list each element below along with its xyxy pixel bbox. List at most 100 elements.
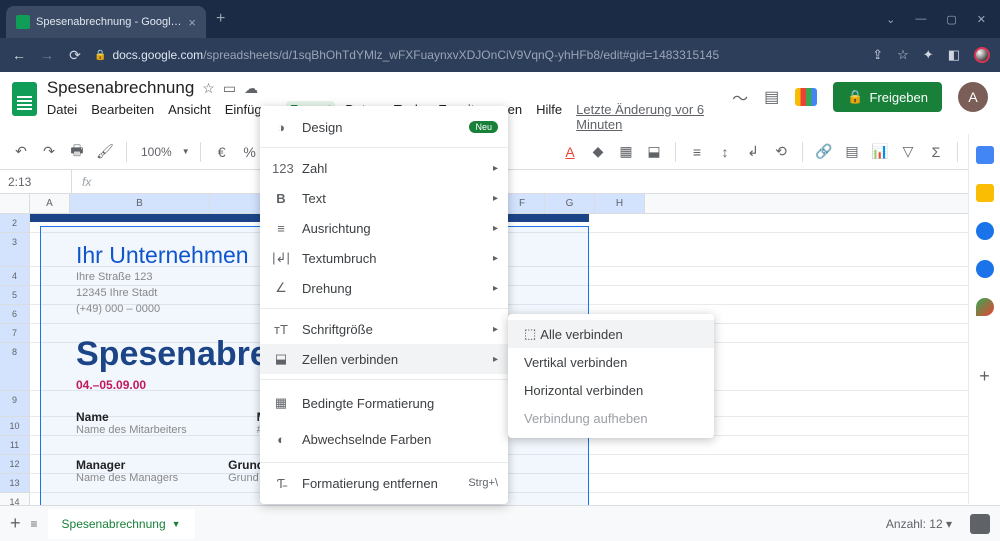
undo-icon[interactable]: ↶ — [10, 143, 32, 160]
explore-button[interactable] — [970, 514, 990, 534]
sheets-favicon — [16, 15, 30, 29]
document-title[interactable]: Spesenabrechnung — [47, 78, 194, 98]
row-header[interactable]: 9 — [0, 391, 30, 417]
tasks-icon[interactable] — [976, 222, 994, 240]
row-header[interactable]: 2 — [0, 214, 30, 233]
menu-edit[interactable]: Bearbeiten — [91, 102, 154, 132]
cell-mgr-val[interactable]: Name des Managers — [76, 472, 178, 484]
chart-icon[interactable]: 📊 — [869, 143, 891, 160]
move-icon[interactable]: ▭ — [223, 80, 236, 97]
close-tab-icon[interactable]: × — [188, 15, 196, 30]
url-field[interactable]: 🔒 docs.google.com/spreadsheets/d/1sqBhOh… — [94, 48, 862, 62]
minimize-icon[interactable]: — — [915, 13, 926, 26]
percent-icon[interactable]: % — [239, 144, 261, 160]
filter-icon[interactable]: ▽ — [897, 143, 919, 160]
cloud-status-icon[interactable]: ☁ — [244, 80, 258, 97]
reload-button[interactable]: ⟳ — [66, 47, 84, 64]
sheet-tab[interactable]: Spesenabrechnung▼ — [48, 509, 195, 539]
row-header[interactable]: 11 — [0, 436, 30, 455]
format-rotation[interactable]: ∠Drehung▸ — [260, 273, 508, 303]
valign-icon[interactable]: ↕ — [714, 144, 736, 160]
profile-ext-icon[interactable] — [974, 47, 990, 63]
format-conditional[interactable]: ▦Bedingte Formatierung — [260, 385, 508, 421]
functions-icon[interactable]: Σ — [925, 144, 947, 160]
comments-icon[interactable]: ▤ — [764, 87, 779, 107]
close-window-icon[interactable]: ✕ — [977, 13, 986, 26]
row-header[interactable]: 3 — [0, 233, 30, 267]
redo-icon[interactable]: ↷ — [38, 143, 60, 160]
account-avatar[interactable]: A — [958, 82, 988, 112]
activity-icon[interactable]: 〜 — [732, 85, 748, 109]
merge-vertical[interactable]: Vertikal verbinden — [508, 348, 714, 376]
maps-icon[interactable] — [976, 298, 994, 316]
col-header[interactable]: G — [545, 194, 595, 213]
format-text[interactable]: BText▸ — [260, 183, 508, 213]
row-header[interactable]: 8 — [0, 343, 30, 391]
get-addons-icon[interactable]: + — [979, 366, 990, 387]
name-box[interactable]: 2:13 — [0, 170, 72, 193]
menu-view[interactable]: Ansicht — [168, 102, 211, 132]
lock-icon: 🔒 — [847, 89, 863, 105]
merge-all[interactable]: ⬚Alle verbinden — [508, 320, 714, 348]
text-color-icon[interactable]: A — [559, 144, 581, 160]
menu-help[interactable]: Hilfe — [536, 102, 562, 132]
sheets-logo-icon[interactable] — [12, 82, 37, 116]
row-header[interactable]: 4 — [0, 267, 30, 286]
browser-tab-strip: Spesenabrechnung - Google Ta × + ⌄ — ▢ ✕ — [0, 0, 1000, 38]
add-sheet-button[interactable]: + — [10, 513, 21, 534]
bookmark-icon[interactable]: ☆ — [897, 47, 909, 63]
row-header[interactable]: 7 — [0, 324, 30, 343]
col-header[interactable]: B — [70, 194, 210, 213]
sidepanel-icon[interactable]: ◧ — [948, 47, 960, 63]
row-header[interactable]: 6 — [0, 305, 30, 324]
format-design[interactable]: ◑DesignNeu — [260, 112, 508, 142]
extensions-icon[interactable]: ✦ — [923, 47, 934, 63]
fill-color-icon[interactable]: ◆ — [587, 143, 609, 160]
new-tab-button[interactable]: + — [216, 10, 225, 28]
cell-name-val[interactable]: Name des Mitarbeiters — [76, 424, 187, 436]
format-alt-colors[interactable]: ◐Abwechselnde Farben — [260, 421, 508, 457]
col-header[interactable]: H — [595, 194, 645, 213]
merge-horizontal[interactable]: Horizontal verbinden — [508, 376, 714, 404]
wrap-icon[interactable]: ↲ — [742, 143, 764, 160]
cell-mgr-label[interactable]: Manager — [76, 458, 178, 472]
keep-icon[interactable] — [976, 184, 994, 202]
browser-tab[interactable]: Spesenabrechnung - Google Ta × — [6, 6, 206, 38]
format-merge[interactable]: ⬓Zellen verbinden▸ — [260, 344, 508, 374]
calendar-icon[interactable] — [976, 146, 994, 164]
col-header[interactable]: A — [30, 194, 70, 213]
paint-format-icon[interactable]: 🖌 — [94, 143, 116, 160]
contacts-icon[interactable] — [976, 260, 994, 278]
chevron-down-icon[interactable]: ▼ — [172, 519, 181, 529]
print-icon[interactable]: 🖶 — [66, 140, 88, 164]
zoom-select[interactable]: 100% — [137, 145, 176, 159]
row-header[interactable]: 12 — [0, 455, 30, 474]
link-icon[interactable]: 🔗 — [813, 143, 835, 160]
borders-icon[interactable]: ▦ — [615, 143, 637, 160]
format-align[interactable]: ≡Ausrichtung▸ — [260, 213, 508, 243]
row-header[interactable]: 13 — [0, 474, 30, 493]
cell-name-label[interactable]: Name — [76, 410, 187, 424]
share-page-icon[interactable]: ⇪ — [872, 47, 883, 63]
merge-cells-icon[interactable]: ⬓ — [643, 143, 665, 160]
chevron-down-icon[interactable]: ⌄ — [886, 13, 895, 26]
maximize-icon[interactable]: ▢ — [946, 13, 956, 26]
meet-icon[interactable] — [795, 88, 817, 106]
format-number[interactable]: 123Zahl▸ — [260, 153, 508, 183]
format-clear[interactable]: Ƭ̵Formatierung entfernenStrg+\ — [260, 468, 508, 498]
row-header[interactable]: 5 — [0, 286, 30, 305]
all-sheets-button[interactable]: ≡ — [31, 517, 38, 531]
last-edit-link[interactable]: Letzte Änderung vor 6 Minuten — [576, 102, 722, 132]
share-button[interactable]: 🔒Freigeben — [833, 82, 942, 112]
back-button[interactable]: ← — [10, 47, 28, 63]
comment-icon[interactable]: ▤ — [841, 143, 863, 160]
row-header[interactable]: 10 — [0, 417, 30, 436]
forward-button[interactable]: → — [38, 47, 56, 63]
format-font-size[interactable]: ᴛTSchriftgröße▸ — [260, 314, 508, 344]
currency-icon[interactable]: € — [211, 144, 233, 160]
menu-file[interactable]: Datei — [47, 102, 77, 132]
format-wrap[interactable]: |↲|Textumbruch▸ — [260, 243, 508, 273]
star-icon[interactable]: ☆ — [202, 80, 215, 97]
rotate-icon[interactable]: ⟲ — [770, 143, 792, 160]
align-icon[interactable]: ≡ — [686, 144, 708, 160]
